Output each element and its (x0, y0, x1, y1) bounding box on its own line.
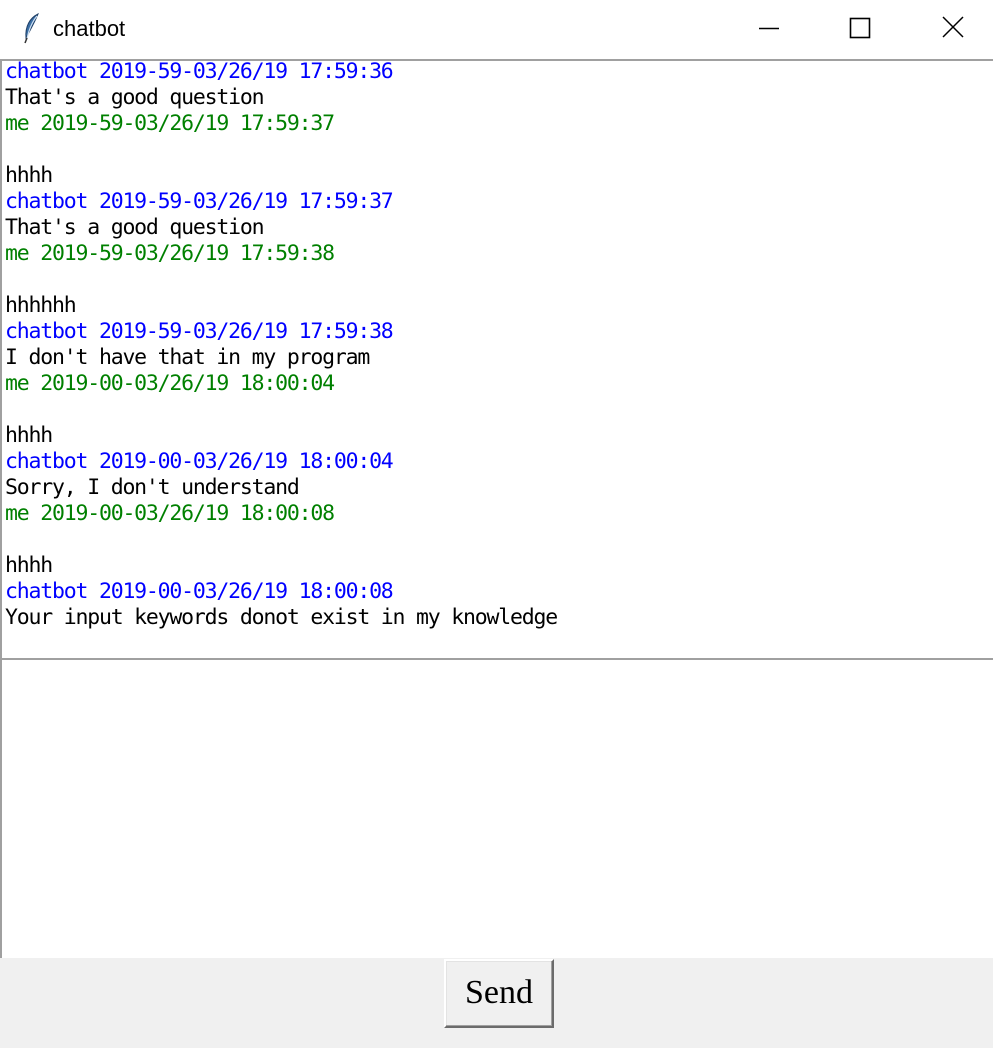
message-text: I don't have that in my program (5, 345, 370, 370)
message-text: That's a good question (5, 215, 265, 240)
chat-log[interactable]: chatbot 2019-59-03/26/19 17:59:36 That's … (0, 59, 993, 659)
message-text (5, 527, 985, 553)
user-header: me 2019-00-03/26/19 18:00:04 (5, 371, 335, 396)
minimize-icon (759, 27, 779, 30)
user-header: me 2019-59-03/26/19 17:59:38 (5, 241, 335, 266)
chatbot-header: chatbot 2019-00-03/26/19 18:00:08 (5, 579, 394, 604)
message-text: hhhh (5, 423, 53, 448)
send-button[interactable]: Send (444, 959, 554, 1028)
message-text: hhhhhh (5, 293, 77, 318)
message-text: Sorry, I don't understand (5, 475, 300, 500)
message-text: That's a good question (5, 85, 265, 110)
message-text: hhhh (5, 553, 53, 578)
message-input[interactable] (0, 658, 993, 958)
maximize-icon (849, 17, 871, 39)
chat-log-content: chatbot 2019-59-03/26/19 17:59:36 That's … (5, 59, 985, 631)
window-title: chatbot (53, 16, 126, 41)
chatbot-header: chatbot 2019-59-03/26/19 17:59:37 (5, 189, 394, 214)
title-bar[interactable]: chatbot (0, 0, 993, 59)
chatbot-header: chatbot 2019-00-03/26/19 18:00:04 (5, 449, 394, 474)
message-text (5, 267, 985, 293)
message-text: Your input keywords donot exist in my kn… (5, 605, 558, 630)
message-text (5, 137, 985, 163)
minimize-button[interactable] (723, 0, 815, 59)
maximize-button[interactable] (815, 0, 907, 59)
chatbot-header: chatbot 2019-59-03/26/19 17:59:36 (5, 59, 394, 84)
user-header: me 2019-59-03/26/19 17:59:37 (5, 111, 335, 136)
close-button[interactable] (907, 0, 993, 59)
message-text: hhhh (5, 163, 53, 188)
chatbot-header: chatbot 2019-59-03/26/19 17:59:38 (5, 319, 394, 344)
message-text (5, 397, 985, 423)
close-icon (942, 16, 964, 38)
feather-icon (20, 12, 44, 44)
user-header: me 2019-00-03/26/19 18:00:08 (5, 501, 335, 526)
